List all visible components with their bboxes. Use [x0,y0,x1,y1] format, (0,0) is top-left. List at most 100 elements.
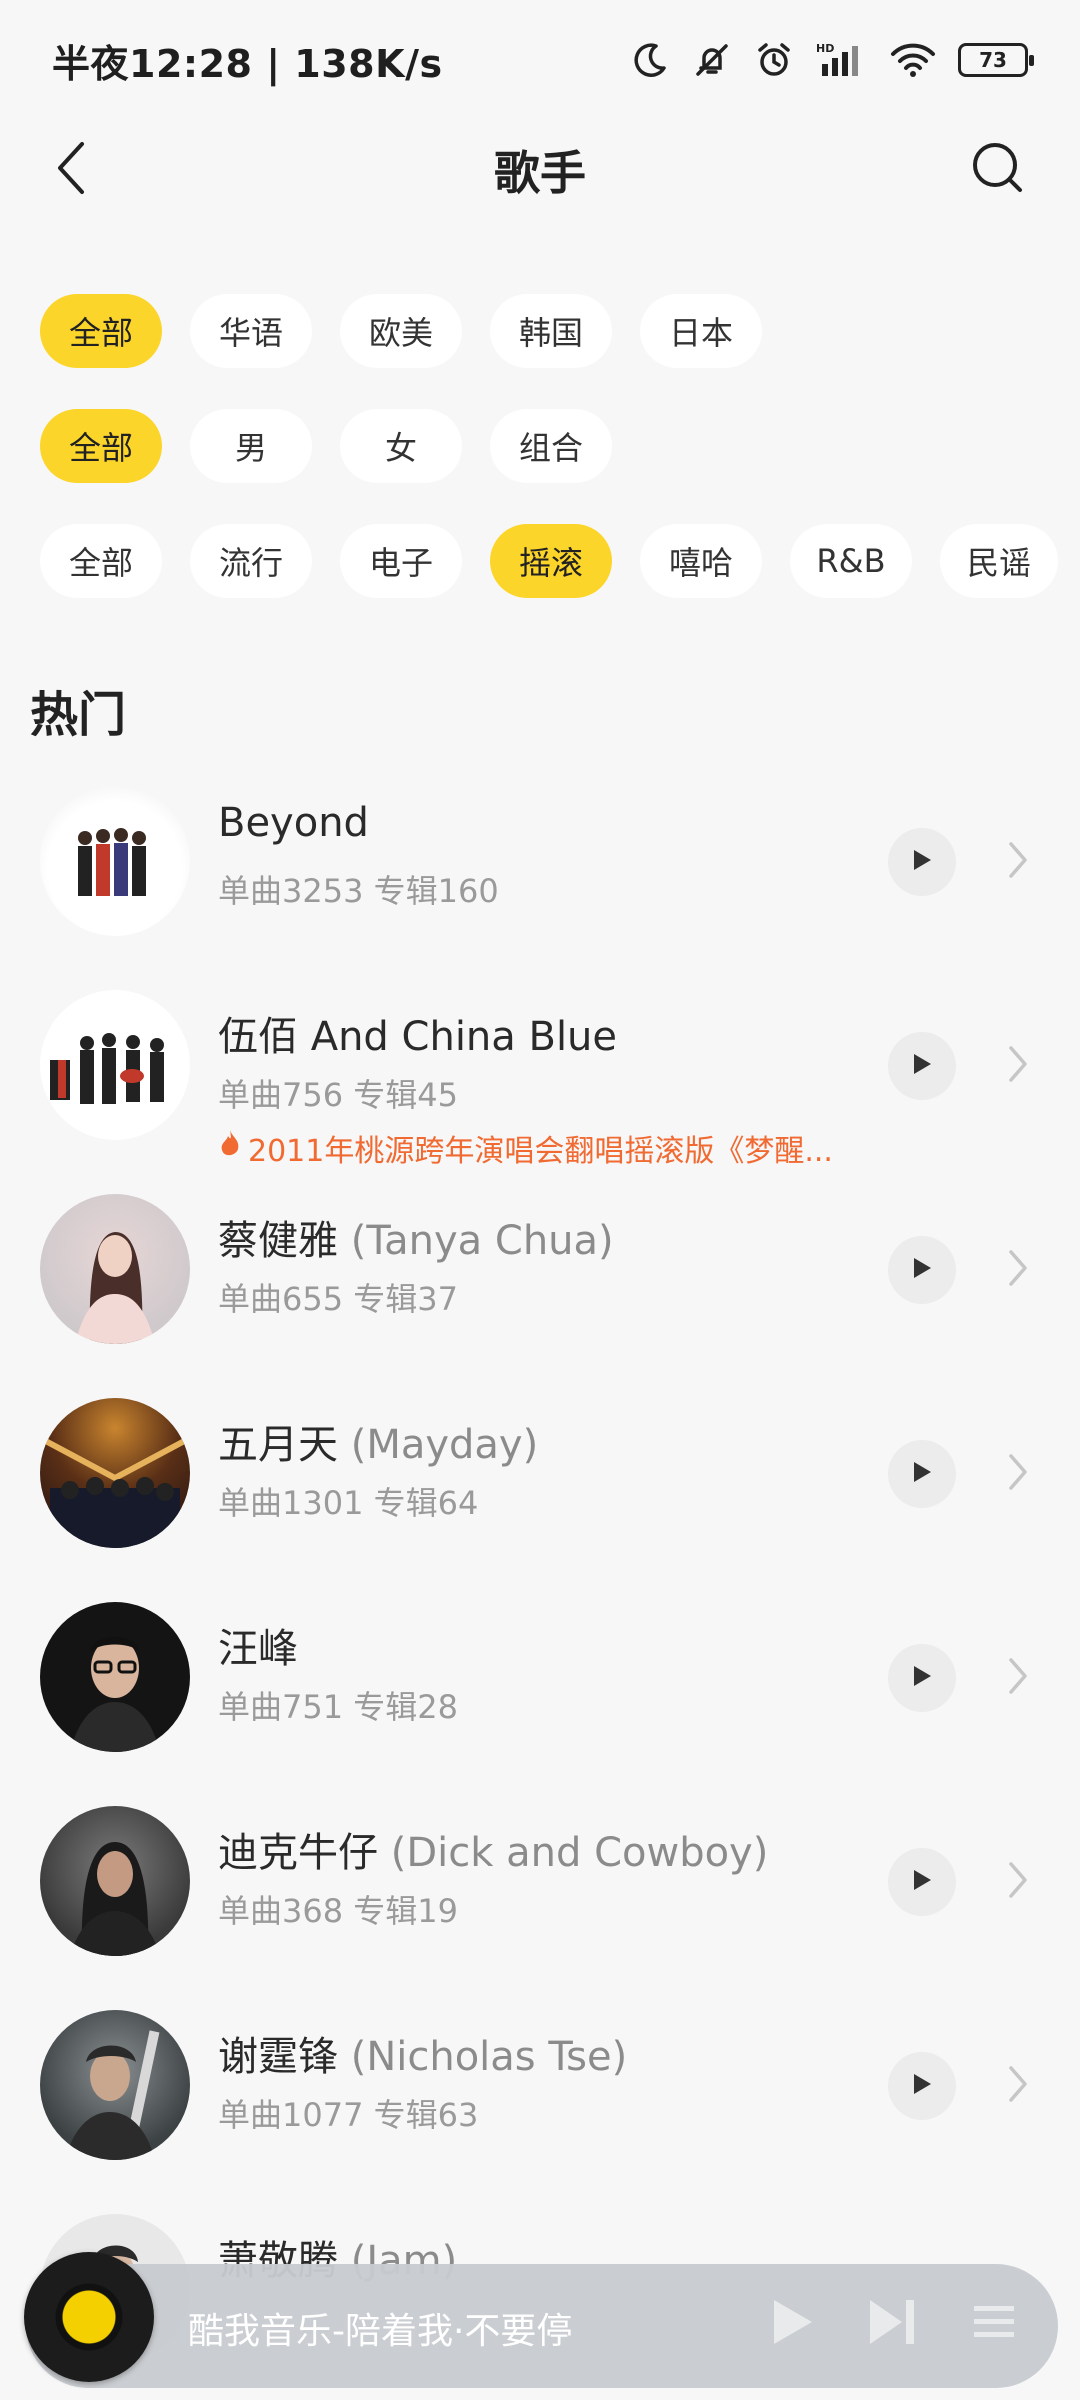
play-icon [911,1460,933,1488]
play-button[interactable] [888,1236,956,1304]
filter-genre-hiphop[interactable]: 嘻哈 [640,524,762,598]
status-time-speed: 半夜12:28 | 138K/s [52,41,443,86]
chevron-right-icon [1008,1044,1028,1088]
detail-button[interactable] [998,2062,1038,2110]
artist-list: Beyond 单曲3253 专辑160 伍佰 And China Blue 单曲… [0,770,1080,2400]
artist-stats: 单曲1301 专辑64 [218,1484,479,1522]
filter-gender-male[interactable]: 男 [190,409,312,483]
filter-genre-electronic[interactable]: 电子 [340,524,462,598]
filter-genre-folk[interactable]: 民谣 [940,524,1058,598]
singers-page: 半夜12:28 | 138K/s HD 73 歌手 全部 华语 欧美 韩国 日本… [0,0,1080,2400]
filter-gender-all[interactable]: 全部 [40,409,162,483]
filter-region-japan[interactable]: 日本 [640,294,762,368]
play-button[interactable] [888,1032,956,1100]
artist-name: 汪峰 [218,1626,298,1672]
svg-text:HD: HD [816,42,834,55]
player-playlist-button[interactable] [962,2292,1026,2356]
chevron-right-icon [1008,840,1028,884]
filter-genre-all[interactable]: 全部 [40,524,162,598]
play-icon [911,1664,933,1692]
avatar [40,990,190,1140]
avatar [40,1806,190,1956]
search-icon [970,140,1026,200]
back-button[interactable] [40,138,104,202]
artist-name: 五月天 (Mayday) [218,1422,539,1468]
artist-row[interactable]: 五月天 (Mayday) 单曲1301 专辑64 [0,1382,1080,1586]
chevron-right-icon [1008,1860,1028,1904]
artist-row[interactable]: 谢霆锋 (Nicholas Tse) 单曲1077 专辑63 [0,1994,1080,2198]
detail-button[interactable] [998,1450,1038,1498]
genre-filter: 全部 流行 电子 摇滚 嘻哈 R&B 民谣 [40,524,1058,598]
filter-region-all[interactable]: 全部 [40,294,162,368]
play-icon [911,1052,933,1080]
artist-name: Beyond [218,800,369,846]
artist-name: 迪克牛仔 (Dick and Cowboy) [218,1830,769,1876]
page-title: 歌手 [494,146,586,200]
status-icons: HD 73 [630,40,1034,80]
play-icon [911,1868,933,1896]
filter-region-korea[interactable]: 韩国 [490,294,612,368]
artist-row[interactable]: 蔡健雅 (Tanya Chua) 单曲655 专辑37 [0,1178,1080,1382]
artist-row[interactable]: 迪克牛仔 (Dick and Cowboy) 单曲368 专辑19 [0,1790,1080,1994]
play-icon [911,2072,933,2100]
chevron-right-icon [1008,2064,1028,2108]
filter-gender-female[interactable]: 女 [340,409,462,483]
filter-region-western[interactable]: 欧美 [340,294,462,368]
search-button[interactable] [966,138,1030,202]
play-button[interactable] [888,1644,956,1712]
avatar [40,1194,190,1344]
artist-name: 谢霆锋 (Nicholas Tse) [218,2034,628,2080]
filter-genre-rnb[interactable]: R&B [790,524,912,598]
filter-genre-rock[interactable]: 摇滚 [490,524,612,598]
avatar [40,1602,190,1752]
filter-region-chinese[interactable]: 华语 [190,294,312,368]
battery-level: 73 [979,48,1007,72]
filter-genre-pop[interactable]: 流行 [190,524,312,598]
play-icon [768,2296,816,2352]
artist-stats: 单曲655 专辑37 [218,1280,458,1318]
avatar [40,1398,190,1548]
battery-icon: 73 [958,43,1034,77]
chevron-right-icon [1008,1452,1028,1496]
play-icon [911,848,933,876]
artist-row[interactable]: Beyond 单曲3253 专辑160 [0,770,1080,974]
alarm-icon [754,40,794,80]
avatar [40,2010,190,2160]
detail-button[interactable] [998,1654,1038,1702]
artist-name: 伍佰 And China Blue [218,1014,618,1060]
section-title-hot: 热门 [30,687,127,743]
hd-signal-icon: HD [816,40,868,80]
bell-off-icon [692,40,732,80]
play-icon [911,1256,933,1284]
detail-button[interactable] [998,1042,1038,1090]
artist-stats: 单曲1077 专辑63 [218,2096,479,2134]
artist-stats: 单曲751 专辑28 [218,1688,458,1726]
detail-button[interactable] [998,1858,1038,1906]
artist-row[interactable]: 汪峰 单曲751 专辑28 [0,1586,1080,1790]
detail-button[interactable] [998,838,1038,886]
wifi-icon [890,40,936,80]
player-next-button[interactable] [860,2292,924,2356]
artist-note: 2011年桃源跨年演唱会翻唱摇滚版《梦醒... [218,1126,833,1170]
play-button[interactable] [888,1440,956,1508]
album-disc-icon[interactable] [24,2252,154,2382]
play-button[interactable] [888,2052,956,2120]
chevron-right-icon [1008,1248,1028,1292]
artist-name: 蔡健雅 (Tanya Chua) [218,1218,614,1264]
artist-row[interactable]: 伍佰 And China Blue 单曲756 专辑45 2011年桃源跨年演唱… [0,974,1080,1178]
artist-stats: 单曲368 专辑19 [218,1892,458,1930]
detail-button[interactable] [998,1246,1038,1294]
flame-icon [218,1128,242,1168]
chevron-left-icon [54,140,90,200]
filter-gender-group[interactable]: 组合 [490,409,612,483]
moon-icon [630,40,670,80]
player-play-button[interactable] [760,2292,824,2356]
play-button[interactable] [888,1848,956,1916]
status-bar: 半夜12:28 | 138K/s HD 73 [0,0,1080,120]
chevron-right-icon [1008,1656,1028,1700]
artist-stats: 单曲756 专辑45 [218,1076,458,1114]
play-button[interactable] [888,828,956,896]
gender-filter: 全部 男 女 组合 [40,409,612,483]
avatar [40,786,190,936]
next-icon [866,2296,918,2352]
